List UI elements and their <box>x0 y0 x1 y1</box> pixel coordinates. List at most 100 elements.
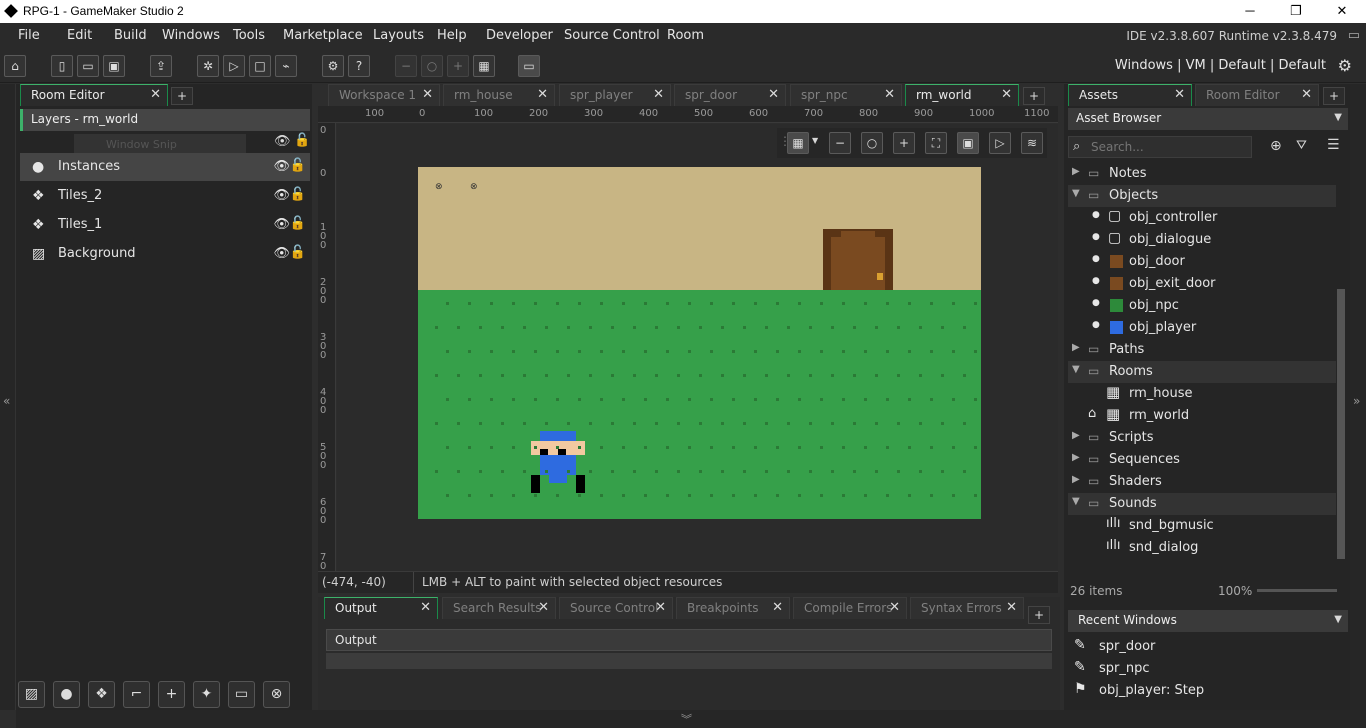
asset-search[interactable]: ⌕ <box>1068 136 1252 158</box>
room-view[interactable]: ⊗ ⊗ <box>418 167 981 519</box>
lock-icon[interactable]: 🔓 <box>294 133 310 148</box>
chevron-down-icon[interactable]: ▼ <box>1072 496 1080 507</box>
tree-folder-sequences[interactable]: ▶ ▭ Sequences <box>1068 449 1336 471</box>
menu-help[interactable]: Help <box>437 28 467 43</box>
tree-item-obj-player[interactable]: ● obj_player <box>1068 317 1336 339</box>
layout-icon[interactable]: ▭ <box>518 55 540 77</box>
save-icon[interactable]: ▣ <box>103 55 125 77</box>
eye-icon[interactable]: 👁 <box>273 188 290 203</box>
recent-item[interactable]: ✎ spr_npc <box>1068 658 1336 680</box>
eye-icon[interactable]: 👁 <box>273 246 290 261</box>
add-layer-folder-icon[interactable]: ▭ <box>228 681 255 708</box>
chevron-down-icon[interactable]: ▼ <box>812 136 818 145</box>
tab-search-results[interactable]: Search Results ✕ <box>442 597 556 619</box>
delete-layer-icon[interactable]: ⊗ <box>263 681 290 708</box>
recent-item[interactable]: ✎ spr_door <box>1068 636 1336 658</box>
close-tab-icon[interactable]: ✕ <box>655 600 666 615</box>
add-asset-layer-icon[interactable]: + <box>158 681 185 708</box>
player-instance[interactable] <box>531 431 585 493</box>
zoom-slider[interactable] <box>1257 589 1337 592</box>
close-tab-icon[interactable]: ✕ <box>1301 87 1312 102</box>
layer-background[interactable]: ▨ Background 👁 🔓 <box>20 240 310 268</box>
collapse-left-icon[interactable]: « <box>3 394 10 408</box>
eye-icon[interactable]: 👁 <box>274 134 291 149</box>
recent-windows-header[interactable]: Recent Windows ▼ <box>1068 610 1348 632</box>
tree-item-obj-controller[interactable]: ● ▢ obj_controller <box>1068 207 1336 229</box>
add-asset-icon[interactable]: ⊕ <box>1270 138 1282 154</box>
tab-room-editor-right[interactable]: Room Editor ✕ <box>1195 84 1319 106</box>
tab-compile-errors[interactable]: Compile Errors ✕ <box>793 597 907 619</box>
close-tab-icon[interactable]: ✕ <box>653 87 664 102</box>
tab-spr-door[interactable]: spr_door ✕ <box>674 84 786 106</box>
tab-spr-npc[interactable]: spr_npc ✕ <box>790 84 902 106</box>
tree-item-snd-dialog[interactable]: ıllı snd_dialog <box>1068 537 1336 559</box>
close-button[interactable]: ✕ <box>1319 0 1365 23</box>
instance-marker[interactable]: ⊗ <box>435 182 443 192</box>
chevron-right-icon[interactable]: ▶ <box>1072 342 1080 353</box>
new-project-icon[interactable]: ▯ <box>51 55 73 77</box>
chevron-right-icon[interactable]: ▶ <box>1072 452 1080 463</box>
tree-folder-objects[interactable]: ▼ ▭ Objects <box>1068 185 1336 207</box>
add-asset-tab-button[interactable]: + <box>1323 87 1345 105</box>
add-path-layer-icon[interactable]: ⌐ <box>123 681 150 708</box>
add-instance-layer-icon[interactable]: ● <box>53 681 80 708</box>
layer-view-icon[interactable]: ≋ <box>1021 132 1043 154</box>
tab-rm-world[interactable]: rm_world ✕ <box>905 84 1019 106</box>
eye-icon[interactable]: 👁 <box>273 217 290 232</box>
tree-folder-rooms[interactable]: ▼ ▭ Rooms <box>1068 361 1336 383</box>
help-icon[interactable]: ? <box>348 55 370 77</box>
tab-spr-player[interactable]: spr_player ✕ <box>559 84 671 106</box>
tree-folder-shaders[interactable]: ▶ ▭ Shaders <box>1068 471 1336 493</box>
play-room-icon[interactable]: ▷ <box>989 132 1011 154</box>
room-canvas[interactable]: ⋮ ▦ ▼ − ○ + ⛶ ▣ ▷ ≋ ⊗ ⊗ <box>337 124 1058 571</box>
tree-folder-paths[interactable]: ▶ ▭ Paths <box>1068 339 1336 361</box>
chat-icon[interactable]: ▭ <box>1348 28 1360 43</box>
target-selector[interactable]: Windows | VM | Default | Default <box>1115 58 1326 73</box>
asset-browser-header[interactable]: Asset Browser ▼ <box>1068 108 1348 130</box>
fit-view-icon[interactable]: ⛶ <box>925 132 947 154</box>
menu-build[interactable]: Build <box>114 28 147 43</box>
collapse-right-icon[interactable]: » <box>1353 394 1360 408</box>
tab-source-control[interactable]: Source Control ✕ <box>559 597 673 619</box>
target-gear-icon[interactable]: ⚙ <box>1338 56 1352 75</box>
debug-icon[interactable]: ✲ <box>197 55 219 77</box>
filter-icon[interactable]: ⛛ <box>1296 138 1307 153</box>
output-log[interactable] <box>326 653 1052 669</box>
eye-icon[interactable]: 👁 <box>273 159 290 174</box>
tree-item-obj-door[interactable]: ● obj_door <box>1068 251 1336 273</box>
lock-icon[interactable]: 🔓 <box>290 216 306 231</box>
chevron-right-icon[interactable]: ▶ <box>1072 166 1080 177</box>
tab-rm-house[interactable]: rm_house ✕ <box>443 84 555 106</box>
open-folder-icon[interactable]: ▭ <box>77 55 99 77</box>
grid-toggle-icon[interactable]: ▦ <box>473 55 495 77</box>
chevron-right-icon[interactable]: ▶ <box>1072 474 1080 485</box>
search-input[interactable] <box>1091 139 1241 155</box>
tree-folder-sounds[interactable]: ▼ ▭ Sounds <box>1068 493 1336 515</box>
close-tab-icon[interactable]: ✕ <box>422 87 433 102</box>
tree-item-obj-dialogue[interactable]: ● ▢ obj_dialogue <box>1068 229 1336 251</box>
zoom-out-icon[interactable]: − <box>395 55 417 77</box>
grid-icon[interactable]: ▦ <box>787 132 809 154</box>
stop-icon[interactable]: □ <box>249 55 271 77</box>
close-tab-icon[interactable]: ✕ <box>1006 600 1017 615</box>
frame-view-icon[interactable]: ▣ <box>957 132 979 154</box>
add-editor-tab-button[interactable]: + <box>1023 87 1045 105</box>
tab-syntax-errors[interactable]: Syntax Errors ✕ <box>910 597 1024 619</box>
zoom-in-icon[interactable]: + <box>893 132 915 154</box>
chevron-down-icon[interactable]: ▼ <box>1072 188 1080 199</box>
chevron-down-icon[interactable]: ▼ <box>1334 614 1342 625</box>
door-instance[interactable] <box>823 229 893 290</box>
close-tab-icon[interactable]: ✕ <box>768 87 779 102</box>
layer-tiles-2[interactable]: ❖ Tiles_2 👁 🔓 <box>20 182 310 210</box>
tree-item-rm-world[interactable]: ⌂ ▦ rm_world <box>1068 405 1336 427</box>
zoom-in-icon[interactable]: + <box>447 55 469 77</box>
collapse-bottom-icon[interactable]: ︾ <box>681 711 692 727</box>
menu-windows[interactable]: Windows <box>162 28 220 43</box>
close-tab-icon[interactable]: ✕ <box>538 600 549 615</box>
add-output-tab-button[interactable]: + <box>1028 606 1050 624</box>
asset-scrollbar[interactable] <box>1337 289 1345 559</box>
run-icon[interactable]: ▷ <box>223 55 245 77</box>
layer-instances[interactable]: ● Instances 👁 🔓 <box>20 153 310 181</box>
add-background-layer-icon[interactable]: ▨ <box>18 681 45 708</box>
create-executable-icon[interactable]: ⇪ <box>150 55 172 77</box>
